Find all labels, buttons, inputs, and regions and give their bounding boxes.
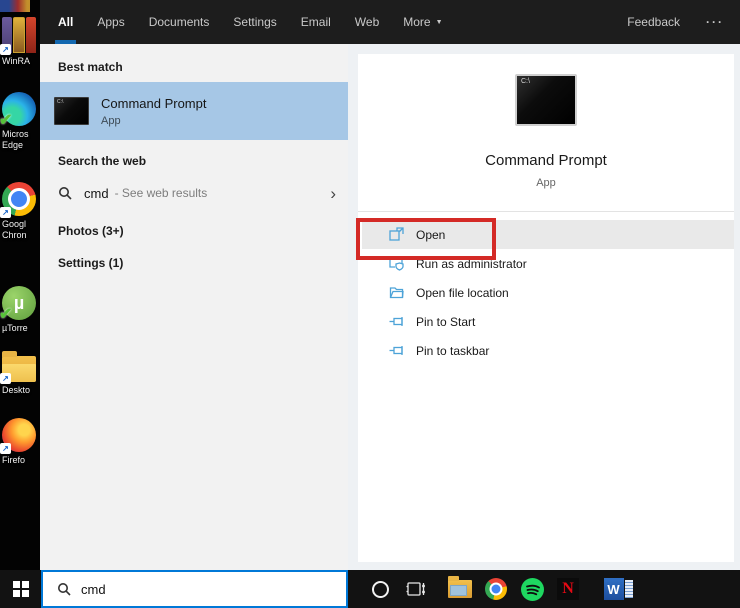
action-label: Pin to Start <box>416 314 476 329</box>
action-run-as-admin[interactable]: Run as administrator <box>362 249 734 278</box>
desktop-item-label: Deskto <box>2 385 31 395</box>
check-overlay-icon: ✔ <box>0 306 13 323</box>
tab-all[interactable]: All <box>55 0 77 44</box>
desktop-item-firefox[interactable]: ↗ Firefo <box>0 418 40 466</box>
file-explorer-button[interactable] <box>442 570 478 608</box>
action-list: Open Run as administrator Open file loca… <box>358 220 734 365</box>
settings-group-header[interactable]: Settings (1) <box>40 248 348 278</box>
action-pin-to-taskbar[interactable]: Pin to taskbar <box>362 336 734 365</box>
desktop-strip: ↗ WinRA ✔ Micros Edge ↗ Googl Chron µ ✔ … <box>0 0 40 570</box>
photos-group-header[interactable]: Photos (3+) <box>40 216 348 246</box>
open-file-location-icon <box>388 285 404 301</box>
search-icon <box>58 583 71 596</box>
pin-icon <box>388 314 404 330</box>
tab-label: Apps <box>97 15 125 29</box>
web-query-text: cmd <box>84 185 109 201</box>
run-as-admin-icon <box>388 256 404 272</box>
search-web-header: Search the web <box>58 154 147 168</box>
action-label: Open file location <box>416 285 509 300</box>
spotify-icon <box>520 577 544 601</box>
task-view-button[interactable] <box>398 570 434 608</box>
more-options-icon[interactable]: ··· <box>706 15 724 29</box>
desktop-item-label: Micros Edge <box>2 129 29 150</box>
windows-logo-icon <box>12 581 29 597</box>
preview-title: Command Prompt <box>485 152 607 169</box>
desktop-item-label: WinRA <box>2 56 31 66</box>
taskbar-search-box[interactable] <box>41 570 348 608</box>
shortcut-arrow-icon: ↗ <box>0 373 11 384</box>
netflix-button[interactable]: N <box>550 570 586 608</box>
word-button[interactable]: W <box>600 570 636 608</box>
best-match-result[interactable]: Command Prompt App <box>40 82 348 140</box>
word-icon: W <box>603 578 633 600</box>
desktop-item-edge[interactable]: ✔ Micros Edge <box>0 92 40 151</box>
desktop-icon-fragment <box>0 0 40 12</box>
desktop-item-label: Firefo <box>2 455 26 465</box>
result-title: Command Prompt <box>101 95 207 111</box>
shortcut-arrow-icon: ↗ <box>0 207 11 218</box>
tab-more[interactable]: More ▼ <box>403 0 442 44</box>
desktop-item-utorrent[interactable]: µ ✔ µTorre <box>0 286 40 334</box>
tab-web[interactable]: Web <box>355 0 379 44</box>
command-prompt-icon <box>515 74 577 126</box>
preview-subtitle: App <box>536 177 556 189</box>
feedback-link[interactable]: Feedback <box>627 15 680 29</box>
start-button[interactable] <box>0 570 41 608</box>
desktop-item-chrome[interactable]: ↗ Googl Chron <box>0 182 40 241</box>
action-open-file-location[interactable]: Open file location <box>362 278 734 307</box>
file-explorer-icon <box>448 576 472 598</box>
cortana-icon <box>371 580 389 598</box>
search-icon <box>59 187 72 200</box>
tab-documents[interactable]: Documents <box>149 0 210 44</box>
chrome-button[interactable] <box>478 570 514 608</box>
chevron-down-icon: ▼ <box>435 18 443 26</box>
tab-label: Web <box>354 15 380 29</box>
preview-panel: Command Prompt App Open <box>348 44 740 570</box>
search-input[interactable] <box>81 581 301 597</box>
preview-card: Command Prompt App Open <box>358 54 734 562</box>
taskbar: N W <box>0 570 740 608</box>
best-match-header: Best match <box>58 60 123 74</box>
tab-settings[interactable]: Settings <box>233 0 276 44</box>
desktop-item-label: Googl Chron <box>2 219 27 240</box>
active-tab-underline <box>55 40 77 44</box>
desktop-item-label: µTorre <box>2 323 28 333</box>
result-subtitle: App <box>101 114 121 127</box>
spotify-button[interactable] <box>514 570 550 608</box>
action-label: Pin to taskbar <box>416 343 490 358</box>
action-label: Open <box>416 227 446 242</box>
search-flyout: All Apps Documents Settings Email Web Mo… <box>40 0 740 570</box>
cortana-button[interactable] <box>362 570 398 608</box>
tab-label: Email <box>300 15 331 29</box>
web-search-result[interactable]: cmd - See web results › <box>40 178 348 208</box>
tab-label: All <box>58 15 74 29</box>
tab-label: Settings <box>233 15 277 29</box>
action-open[interactable]: Open <box>362 220 734 249</box>
shortcut-arrow-icon: ↗ <box>0 44 11 55</box>
action-pin-to-start[interactable]: Pin to Start <box>362 307 734 336</box>
search-filter-bar: All Apps Documents Settings Email Web Mo… <box>40 0 740 44</box>
tab-label: Documents <box>148 15 210 29</box>
tab-apps[interactable]: Apps <box>97 0 124 44</box>
divider <box>358 211 734 212</box>
desktop-item-winrar[interactable]: ↗ WinRA <box>0 17 40 67</box>
pin-icon <box>388 343 404 359</box>
check-overlay-icon: ✔ <box>0 112 13 129</box>
web-suffix-text: - See web results <box>114 186 208 200</box>
open-icon <box>388 227 404 243</box>
command-prompt-icon <box>54 97 89 125</box>
action-label: Run as administrator <box>416 256 527 271</box>
partial-icon <box>0 0 30 12</box>
tab-label: More <box>403 15 431 29</box>
desktop-item-desktop-folder[interactable]: ↗ Deskto <box>0 348 40 396</box>
task-view-icon <box>406 582 425 596</box>
shortcut-arrow-icon: ↗ <box>0 443 11 454</box>
results-panel: Best match Command Prompt App Search the… <box>40 44 348 570</box>
chevron-right-icon[interactable]: › <box>330 185 336 202</box>
netflix-icon: N <box>557 578 579 600</box>
tab-email[interactable]: Email <box>301 0 331 44</box>
chrome-icon <box>485 578 507 600</box>
